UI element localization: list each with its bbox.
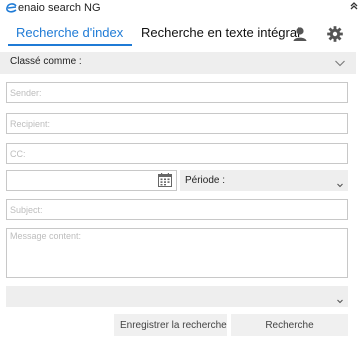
periode-label: Période : bbox=[185, 175, 226, 186]
message-content-textarea[interactable] bbox=[7, 229, 347, 277]
date-field-wrapper bbox=[6, 170, 177, 191]
cc-field-wrapper bbox=[6, 143, 348, 164]
bottom-dropdown[interactable] bbox=[6, 286, 348, 307]
chevron-down-icon[interactable] bbox=[336, 176, 344, 188]
recipient-input[interactable] bbox=[7, 114, 347, 134]
subject-input[interactable] bbox=[7, 200, 347, 220]
date-input[interactable] bbox=[7, 171, 176, 191]
recipient-field-wrapper bbox=[6, 113, 348, 134]
tab-fulltext-search[interactable]: Recherche en texte intégral bbox=[141, 22, 300, 44]
active-tab-indicator bbox=[8, 44, 132, 46]
search-button[interactable]: Recherche bbox=[231, 314, 348, 336]
gear-icon[interactable] bbox=[326, 25, 344, 43]
subject-field-wrapper bbox=[6, 199, 348, 220]
cc-input[interactable] bbox=[7, 144, 347, 164]
save-search-button[interactable]: Enregistrer la recherche bbox=[114, 314, 227, 336]
sender-input[interactable] bbox=[7, 83, 347, 103]
app-title: enaio search NG bbox=[18, 2, 101, 14]
tab-index-search[interactable]: Recherche d'index bbox=[16, 22, 123, 44]
user-icon[interactable] bbox=[291, 25, 309, 43]
calendar-icon[interactable] bbox=[157, 172, 173, 188]
chevron-down-icon[interactable] bbox=[334, 56, 346, 68]
enaio-logo-icon bbox=[6, 3, 18, 13]
chevron-down-icon[interactable] bbox=[336, 292, 344, 304]
message-field-wrapper bbox=[6, 228, 348, 278]
sender-field-wrapper bbox=[6, 82, 348, 103]
classe-comme-label: Classé comme : bbox=[10, 56, 82, 67]
double-chevron-up-icon[interactable] bbox=[348, 1, 360, 13]
